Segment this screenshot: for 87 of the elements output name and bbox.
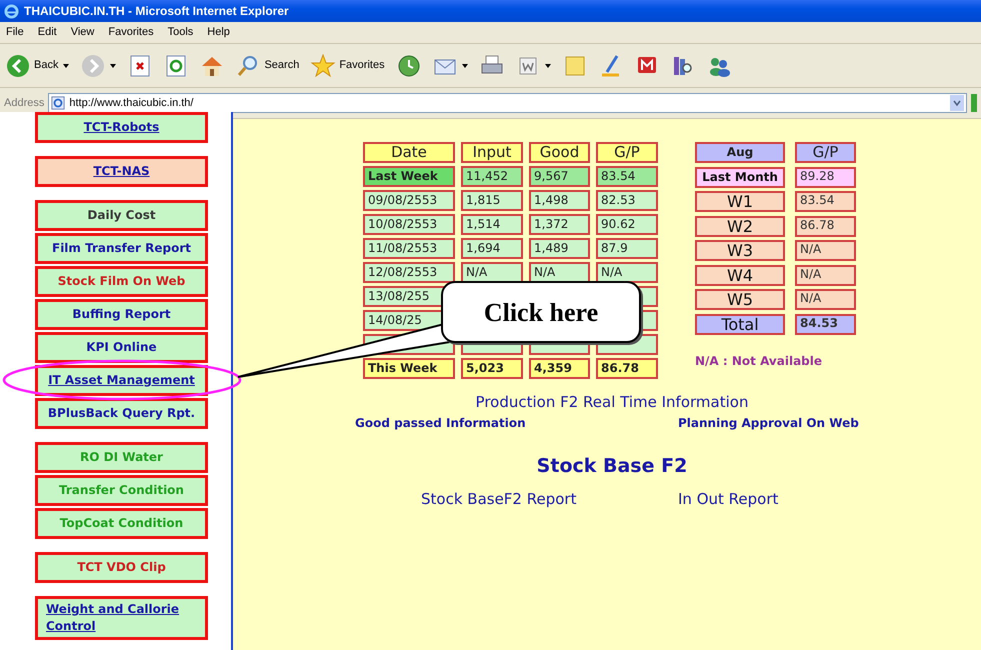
- table-cell: W5: [695, 289, 785, 310]
- nav-link[interactable]: IT Asset Management: [35, 365, 208, 396]
- table-cell: 89.28: [795, 166, 856, 188]
- table-cell: Last Week: [363, 166, 455, 187]
- star-icon: [311, 54, 336, 78]
- nav-link[interactable]: Weight and Callorie Control: [35, 596, 208, 640]
- toolbar-button[interactable]: Search: [234, 50, 302, 80]
- table-cell: 90.62: [596, 214, 658, 235]
- table-cell: 1,372: [529, 214, 590, 235]
- table-cell: 10/08/2553: [363, 214, 455, 235]
- column-header: Date: [363, 142, 455, 163]
- nav-link[interactable]: TCT-Robots: [35, 112, 208, 143]
- menu-item[interactable]: File: [6, 24, 24, 41]
- table-cell: N/A: [461, 262, 523, 283]
- window-title: THAICUBIC.IN.TH - Microsoft Internet Explorer: [24, 3, 289, 20]
- nav-link[interactable]: TCT VDO Clip: [35, 552, 208, 583]
- table-cell: W2: [695, 216, 785, 236]
- stop-icon: [128, 54, 152, 78]
- dropdown-caret-icon[interactable]: [950, 95, 964, 111]
- note-icon: [562, 54, 587, 78]
- dropdown-caret-icon: [63, 64, 70, 68]
- column-header: Good: [529, 142, 590, 163]
- section-title: Production F2 Real Time Information: [476, 392, 748, 413]
- column-header: Input: [461, 142, 523, 163]
- callout-bubble: Click here: [441, 281, 641, 343]
- table-cell: 86.78: [795, 216, 856, 236]
- section-title: Stock Base F2: [536, 454, 688, 478]
- address-label: Address: [4, 96, 44, 111]
- dropdown-caret-icon: [544, 64, 551, 68]
- table-cell: 1,489: [529, 238, 590, 259]
- menu-item[interactable]: Help: [207, 24, 230, 41]
- table-cell: W1: [695, 191, 785, 212]
- menu-item[interactable]: View: [70, 24, 94, 41]
- table-cell: Total: [695, 314, 785, 334]
- nav-link[interactable]: Film Transfer Report: [35, 233, 208, 264]
- table-cell: N/A: [529, 262, 590, 283]
- table-cell: 83.54: [596, 166, 658, 187]
- info-link[interactable]: Good passed Information: [355, 414, 678, 432]
- nav-link[interactable]: TCT-NAS: [35, 156, 208, 187]
- refresh-icon: [164, 54, 188, 78]
- page-icon: [51, 96, 66, 110]
- history-icon: [396, 54, 421, 78]
- table-cell: 86.78: [596, 358, 658, 379]
- table-cell: 5,023: [461, 358, 523, 379]
- table-cell: W3: [695, 240, 785, 261]
- address-field[interactable]: http://www.thaicubic.in.th/: [48, 93, 967, 113]
- table-cell: N/A: [795, 264, 856, 286]
- table-cell: N/A: [795, 240, 856, 261]
- column-header: Aug: [695, 142, 785, 163]
- nav-link[interactable]: KPI Online: [35, 332, 208, 363]
- note-text: N/A : Not Available: [695, 353, 824, 370]
- table-cell: Last Month: [695, 166, 785, 188]
- table-cell: W4: [695, 264, 785, 286]
- table-cell: This Week: [363, 358, 455, 379]
- table-cell: 87.9: [596, 238, 658, 259]
- table-cell: 11/08/2553: [363, 238, 455, 259]
- toolbar-button[interactable]: Back: [4, 50, 72, 80]
- table-cell: 4,359: [529, 358, 590, 379]
- column-header: G/P: [596, 142, 658, 163]
- report-link[interactable]: In Out Report: [678, 488, 778, 510]
- table-cell: N/A: [596, 262, 658, 283]
- table-cell: 09/08/2553: [363, 190, 455, 211]
- report-link[interactable]: Stock BaseF2 Report: [421, 488, 678, 510]
- nav-link[interactable]: Stock Film On Web: [35, 266, 208, 297]
- menu-item[interactable]: Favorites: [108, 24, 154, 41]
- nav-link[interactable]: Daily Cost: [35, 200, 208, 231]
- nav-link[interactable]: Buffing Report: [35, 299, 208, 330]
- menu-item[interactable]: Edit: [38, 24, 57, 41]
- table-cell: 12/08/2553: [363, 262, 455, 283]
- browser-icon: [4, 4, 19, 18]
- table-cell: 1,498: [529, 190, 590, 211]
- table-cell: 84.53: [795, 314, 856, 334]
- table-cell: 1,815: [461, 190, 523, 211]
- table-cell: 11,452: [461, 166, 523, 187]
- menu-item[interactable]: Tools: [168, 24, 194, 41]
- table-cell: 9,567: [529, 166, 590, 187]
- column-header: G/P: [795, 142, 856, 163]
- table-cell: 1,694: [461, 238, 523, 259]
- table-cell: 1,514: [461, 214, 523, 235]
- toolbar-button[interactable]: Favorites: [309, 50, 387, 80]
- dropdown-caret-icon: [110, 64, 116, 68]
- dropdown-caret-icon: [462, 64, 468, 68]
- table-cell: 82.53: [596, 190, 658, 211]
- table-cell: 83.54: [795, 191, 856, 212]
- nav-link[interactable]: BPlusBack Query Rpt.: [35, 398, 208, 429]
- info-link[interactable]: Planning Approval On Web: [678, 414, 859, 432]
- table-cell: N/A: [795, 289, 856, 310]
